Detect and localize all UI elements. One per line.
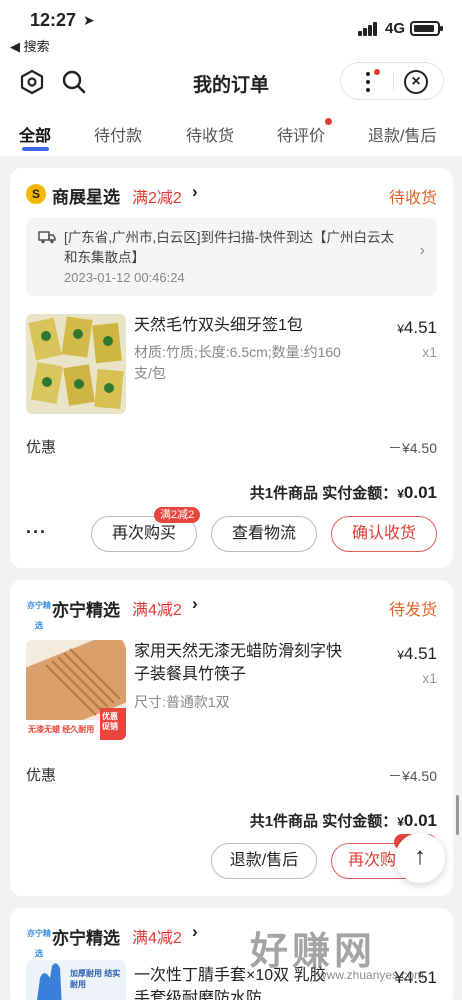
close-circle-icon[interactable]: ×: [404, 70, 428, 94]
chevron-right-icon[interactable]: ›: [192, 594, 198, 614]
order-card: 亦宁精选 亦宁精选 满4减2 › 加厚耐用 结实耐用 一次性丁腈手套×10双 乳…: [10, 908, 453, 1000]
shop-promo: 满4减2: [132, 602, 182, 619]
tab-refund[interactable]: 退款/售后: [368, 122, 436, 146]
tab-pending-receipt[interactable]: 待收货: [186, 122, 234, 146]
product-price: ¥4.51: [397, 318, 437, 337]
chevron-right-icon[interactable]: ›: [192, 922, 198, 942]
capsule-divider: [393, 73, 394, 91]
product-image[interactable]: 无漆无蜡 经久耐用 优惠促销: [26, 640, 126, 740]
product-spec: 材质:竹质;长度:6.5cm;数量:约160支/包: [134, 344, 341, 381]
shop-promo: 满2减2: [132, 190, 182, 207]
scrollbar[interactable]: [456, 795, 459, 835]
tab-all[interactable]: 全部: [19, 122, 51, 146]
signal-icon: [358, 22, 378, 36]
tab-pending-review[interactable]: 待评价: [277, 122, 325, 146]
mini-program-capsule: ×: [340, 62, 444, 100]
confirm-receipt-button[interactable]: 确认收货: [331, 516, 437, 552]
order-total: 共1件商品 实付金额：¥0.01: [249, 483, 437, 502]
notification-dot: [374, 69, 380, 75]
back-to-search-link[interactable]: ◀ 搜索: [10, 36, 50, 55]
product-quantity: x1: [422, 344, 437, 360]
logistics-text: [广东省,广州市,白云区]到件扫描-快件到达【广州白云太和东集散点】: [64, 230, 394, 265]
shop-promo: 满4减2: [132, 930, 182, 947]
order-tabs: 全部 待付款 待收货 待评价 退款/售后: [0, 108, 462, 156]
order-card: S 商展星选 满2减2 › 待收货 [广东省,广州市,白云区]到件扫描-快件到达…: [10, 168, 453, 568]
tab-review-dot: [325, 118, 332, 125]
thumb-badge: 优惠促销: [102, 712, 118, 731]
product-quantity: x1: [422, 670, 437, 686]
product-spec: 尺寸:普通款1双: [134, 694, 230, 710]
network-type: 4G: [385, 20, 406, 37]
product-price: ¥4.51: [397, 644, 437, 663]
shop-name[interactable]: 亦宁精选: [52, 924, 120, 949]
order-status: 待收货: [388, 190, 437, 207]
shop-logo: 亦宁精选: [27, 601, 51, 630]
discount-label: 优惠: [26, 767, 57, 784]
tab-active-underline: [22, 147, 49, 151]
logistics-panel[interactable]: [广东省,广州市,白云区]到件扫描-快件到达【广州白云太和东集散点】 2023-…: [26, 218, 437, 296]
discount-value: －¥4.50: [387, 768, 437, 784]
product-image[interactable]: 加厚耐用 结实耐用: [26, 960, 126, 1000]
promo-badge: 满2减2: [154, 507, 201, 523]
view-logistics-button[interactable]: 查看物流: [211, 516, 317, 552]
shop-logo: S: [26, 184, 46, 204]
more-options-icon[interactable]: ···: [26, 522, 47, 543]
truck-icon: [38, 231, 56, 244]
refund-after-sales-button[interactable]: 退款/售后: [211, 843, 317, 879]
thumb-tag: 无漆无蜡 经久耐用: [28, 725, 95, 734]
battery-icon: [410, 21, 443, 36]
logistics-time: 2023-01-12 00:46:24: [64, 270, 185, 285]
watermark: 好赚网: [250, 931, 377, 973]
shop-name[interactable]: 商展星选: [52, 183, 120, 208]
product-name[interactable]: 家用天然无漆无蜡防滑刻字快子装餐具竹筷子: [134, 640, 352, 686]
product-image[interactable]: [26, 314, 126, 414]
order-status: 待发货: [388, 602, 437, 619]
order-total: 共1件商品 实付金额：¥0.01: [249, 811, 437, 830]
scroll-to-top-button[interactable]: ↑: [395, 833, 445, 883]
tab-pending-payment[interactable]: 待付款: [94, 122, 142, 146]
chevron-right-icon: ›: [419, 242, 425, 259]
product-name[interactable]: 天然毛竹双头细牙签1包: [134, 314, 352, 337]
page-header: 我的订单 ×: [0, 58, 462, 108]
status-bar: 12:27 ➤ ◀ 搜索 4G: [0, 0, 462, 58]
discount-value: －¥4.50: [387, 440, 437, 456]
clock-time: 12:27: [30, 10, 77, 30]
chevron-right-icon[interactable]: ›: [192, 182, 198, 202]
order-card: 亦宁精选 亦宁精选 满4减2 › 待发货 无漆无蜡 经久耐用 优惠促销 家用天然…: [10, 580, 453, 896]
discount-label: 优惠: [26, 439, 57, 456]
more-dots-icon[interactable]: [363, 71, 373, 93]
watermark-url: www.zhuanyes.com: [318, 968, 425, 982]
shop-logo: 亦宁精选: [27, 929, 51, 958]
thumb-tag: 加厚耐用 结实耐用: [70, 969, 121, 989]
location-arrow-icon: ➤: [83, 12, 95, 28]
shop-name[interactable]: 亦宁精选: [52, 596, 120, 621]
